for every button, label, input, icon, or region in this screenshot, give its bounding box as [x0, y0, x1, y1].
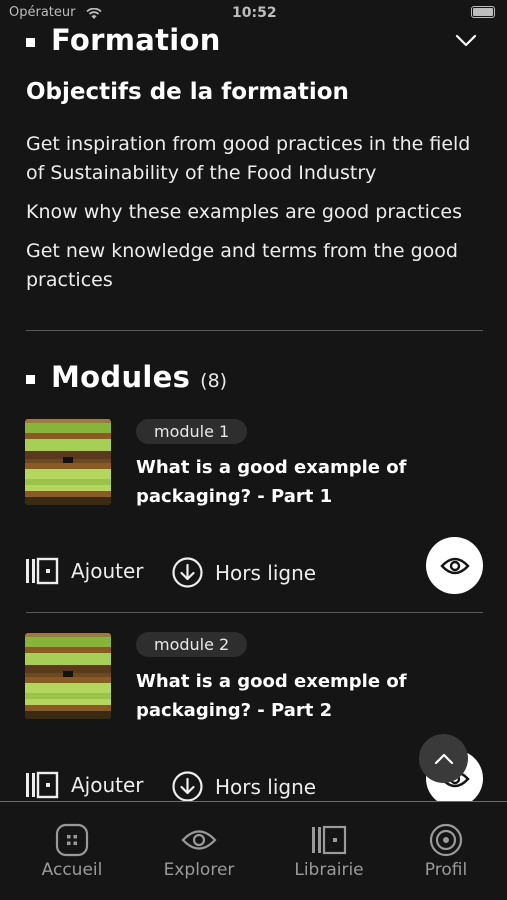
add-label: Ajouter: [71, 773, 144, 797]
carrier-label: Opérateur: [9, 5, 76, 20]
module-title[interactable]: What is a good exemple of packaging? - P…: [136, 667, 436, 725]
home-grid-icon: [17, 822, 127, 858]
chevron-down-icon[interactable]: [455, 34, 477, 48]
module-badge: module 1: [136, 419, 248, 444]
objectives-title: Objectifs de la formation: [26, 79, 349, 105]
clock: 10:52: [232, 5, 277, 21]
add-label: Ajouter: [71, 559, 144, 583]
section-bullet-icon: [26, 38, 35, 47]
formation-title: Formation: [51, 23, 221, 57]
tab-label: Explorer: [163, 860, 235, 880]
offline-download-button[interactable]: Hors ligne: [172, 557, 316, 588]
formation-header[interactable]: Formation: [26, 23, 221, 57]
tab-explorer[interactable]: Explorer: [144, 822, 254, 880]
section-bullet-icon: [26, 375, 35, 384]
eye-icon: [439, 556, 470, 576]
tab-bar: Accueil Explorer Librairie Profil: [0, 801, 507, 900]
module-title[interactable]: What is a good example of packaging? - P…: [136, 453, 436, 511]
offline-download-button[interactable]: Hors ligne: [172, 771, 316, 802]
tab-librairie[interactable]: Librairie: [274, 822, 384, 880]
eye-icon: [144, 822, 254, 858]
library-icon: [25, 771, 59, 799]
battery-icon: [471, 6, 495, 18]
modules-count: (8): [200, 370, 228, 392]
library-icon: [25, 557, 59, 585]
chevron-up-icon: [434, 753, 454, 765]
divider: [26, 330, 483, 331]
scroll-to-top-button[interactable]: [419, 734, 468, 783]
module-thumbnail[interactable]: [25, 633, 111, 719]
modules-title: Modules: [51, 360, 191, 394]
objective-item: Know why these examples are good practic…: [26, 201, 462, 223]
download-circle-icon: [172, 557, 203, 588]
library-icon: [274, 822, 384, 858]
add-to-library-button[interactable]: Ajouter: [25, 557, 144, 585]
tab-label: Profil: [424, 860, 468, 880]
tab-label: Accueil: [41, 860, 103, 880]
module-thumbnail[interactable]: [25, 419, 111, 505]
tab-profil[interactable]: Profil: [391, 822, 501, 880]
module-badge: module 2: [136, 632, 248, 657]
tab-accueil[interactable]: Accueil: [17, 822, 127, 880]
download-circle-icon: [172, 771, 203, 802]
offline-label: Hors ligne: [215, 560, 317, 585]
divider: [26, 612, 483, 613]
profile-target-icon: [391, 822, 501, 858]
tab-label: Librairie: [294, 860, 364, 880]
offline-label: Hors ligne: [215, 774, 317, 799]
objective-item: Get inspiration from good practices in t…: [26, 133, 471, 184]
view-module-button[interactable]: [426, 537, 483, 594]
wifi-icon: [86, 5, 102, 24]
add-to-library-button[interactable]: Ajouter: [25, 771, 144, 799]
modules-header: Modules (8): [26, 360, 227, 394]
objective-item: Get new knowledge and terms from the goo…: [26, 240, 458, 291]
